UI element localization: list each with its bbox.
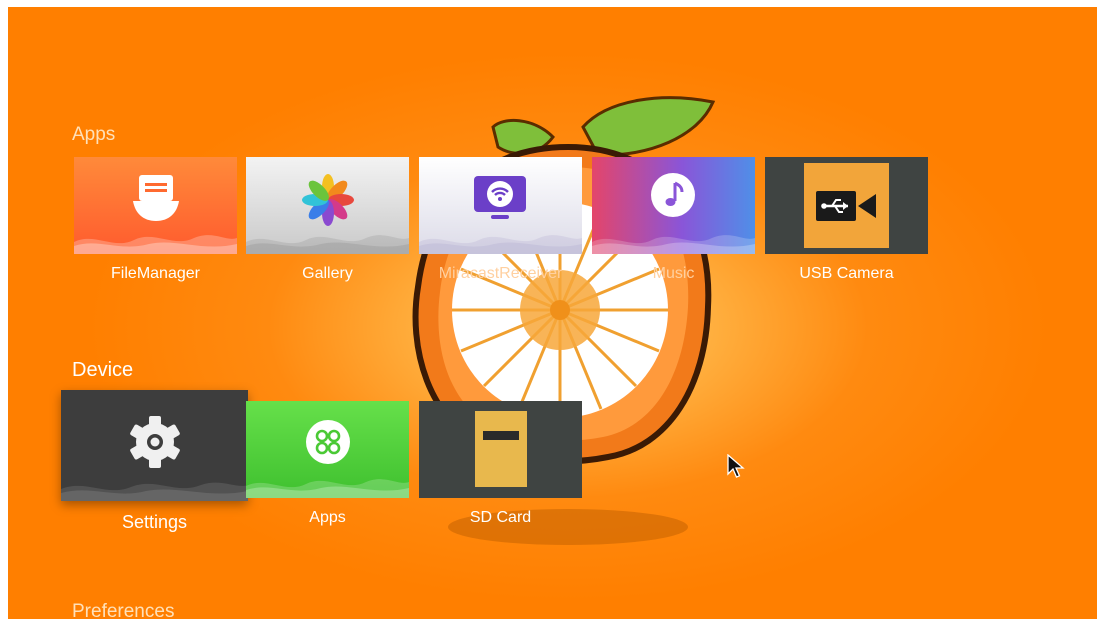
wave-decoration xyxy=(592,235,755,254)
mouse-cursor-icon xyxy=(727,454,745,478)
sd-card-icon xyxy=(475,411,527,487)
wave-decoration xyxy=(246,479,409,498)
section-title-apps: Apps xyxy=(72,124,116,145)
app-tile-settings[interactable] xyxy=(61,390,248,501)
app-tile-music[interactable] xyxy=(592,157,755,254)
app-label-sd-card: SD Card xyxy=(469,509,532,526)
pinwheel-icon xyxy=(302,174,354,226)
app-label-miracastreceiver: MiracastReceiver xyxy=(438,265,563,282)
usb-camera-icon xyxy=(804,163,889,248)
folder-icon xyxy=(133,175,179,221)
app-tile-apps[interactable] xyxy=(246,401,409,498)
apps-grid-icon xyxy=(306,420,350,464)
app-label-filemanager: FileManager xyxy=(111,265,200,282)
app-tile-sd-card[interactable] xyxy=(419,401,582,498)
gear-icon xyxy=(130,416,180,468)
section-title-preferences: Preferences xyxy=(72,601,175,619)
music-note-icon xyxy=(651,173,695,217)
app-label-usb-camera: USB Camera xyxy=(799,265,894,282)
launcher-screen: Apps FileManager Gallery MiracastReceive… xyxy=(8,7,1097,619)
wave-decoration xyxy=(61,482,248,501)
section-title-device: Device xyxy=(72,359,134,381)
app-tile-filemanager[interactable] xyxy=(74,157,237,254)
app-tile-usb-camera[interactable] xyxy=(765,157,928,254)
wave-decoration xyxy=(419,235,582,254)
app-tile-gallery[interactable] xyxy=(246,157,409,254)
app-label-settings: Settings xyxy=(121,512,188,532)
app-tile-miracastreceiver[interactable] xyxy=(419,157,582,254)
app-label-music: Music xyxy=(652,265,695,282)
cast-screen-icon xyxy=(474,176,526,219)
wave-decoration xyxy=(246,235,409,254)
app-label-apps: Apps xyxy=(309,509,346,526)
wave-decoration xyxy=(74,235,237,254)
app-label-gallery: Gallery xyxy=(302,265,353,282)
